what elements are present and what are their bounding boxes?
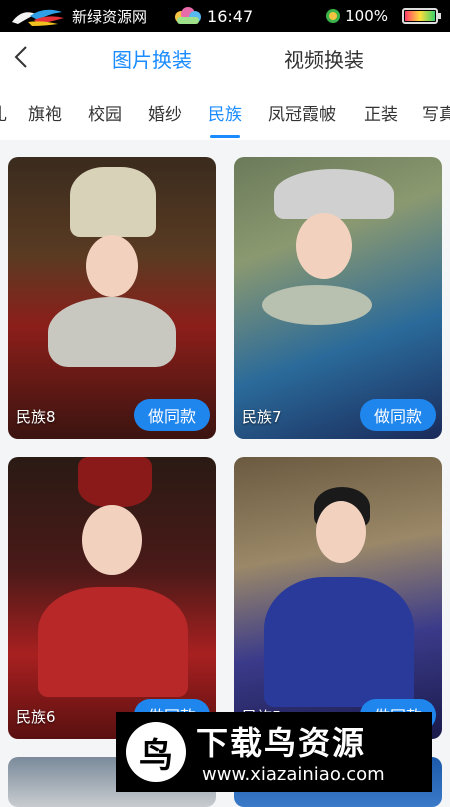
category-phoenix-crown[interactable]: 凤冠霞帔 bbox=[268, 100, 336, 125]
weather-cloud-icon bbox=[175, 7, 202, 24]
card-label: 民族7 bbox=[242, 408, 282, 426]
data-saver-icon bbox=[326, 9, 341, 23]
category-portrait[interactable]: 写真 bbox=[422, 100, 450, 125]
template-card[interactable]: 民族6 做同款 bbox=[8, 457, 216, 739]
red-robe-image bbox=[38, 587, 188, 697]
status-right: 100% bbox=[325, 7, 441, 25]
red-hat-image bbox=[78, 457, 152, 507]
portrait-face-image bbox=[316, 501, 366, 563]
site-logo-icon bbox=[8, 4, 66, 28]
battery-icon bbox=[402, 8, 441, 24]
template-card[interactable]: 民族8 做同款 bbox=[8, 157, 216, 439]
silver-headdress-image bbox=[70, 167, 156, 237]
status-left: 新绿资源网 bbox=[8, 4, 147, 28]
bird-logo-icon: 鸟 bbox=[126, 722, 186, 782]
template-card[interactable]: 民族7 做同款 bbox=[234, 157, 442, 439]
chevron-left-icon bbox=[14, 46, 27, 68]
active-category-underline bbox=[210, 135, 240, 138]
status-bar: 新绿资源网 16:47 100% bbox=[0, 0, 450, 32]
watermark-url: www.xiazainiao.com bbox=[202, 764, 385, 785]
silver-necklace-image bbox=[48, 297, 176, 367]
silver-crown-image bbox=[274, 169, 394, 219]
category-formal[interactable]: 正装 bbox=[364, 100, 398, 125]
silver-collar-image bbox=[262, 285, 372, 325]
battery-percent: 100% bbox=[345, 7, 388, 25]
tab-image-swap[interactable]: 图片换装 bbox=[112, 44, 192, 73]
template-card[interactable]: 民族5 做同款 bbox=[234, 457, 442, 739]
category-qipao[interactable]: 旗袍 bbox=[28, 100, 62, 125]
category-partial-left[interactable]: 礼 bbox=[0, 100, 7, 125]
back-button[interactable] bbox=[6, 42, 36, 72]
card-label: 民族6 bbox=[16, 708, 56, 726]
category-wedding[interactable]: 婚纱 bbox=[148, 100, 182, 125]
status-center: 16:47 bbox=[173, 6, 253, 26]
battery-level-fill bbox=[405, 11, 435, 21]
header: 图片换装 视频换装 bbox=[0, 32, 450, 84]
tab-video-swap[interactable]: 视频换装 bbox=[284, 44, 364, 73]
watermark-title: 下载鸟资源 bbox=[196, 724, 367, 762]
card-label: 民族8 bbox=[16, 408, 56, 426]
watermark-banner: 鸟 下载鸟资源 www.xiazainiao.com bbox=[116, 712, 432, 792]
category-ethnic[interactable]: 民族 bbox=[208, 100, 242, 125]
category-bar: 礼 旗袍 校园 婚纱 民族 凤冠霞帔 正装 写真 bbox=[0, 84, 450, 140]
blue-embroidered-dress-image bbox=[264, 577, 414, 707]
make-same-button[interactable]: 做同款 bbox=[360, 399, 436, 431]
status-brand-text: 新绿资源网 bbox=[72, 7, 148, 26]
portrait-face-image bbox=[82, 505, 142, 575]
portrait-face-image bbox=[86, 235, 138, 297]
status-time: 16:47 bbox=[207, 6, 254, 26]
category-campus[interactable]: 校园 bbox=[88, 100, 122, 125]
make-same-button[interactable]: 做同款 bbox=[134, 399, 210, 431]
portrait-face-image bbox=[296, 213, 352, 279]
